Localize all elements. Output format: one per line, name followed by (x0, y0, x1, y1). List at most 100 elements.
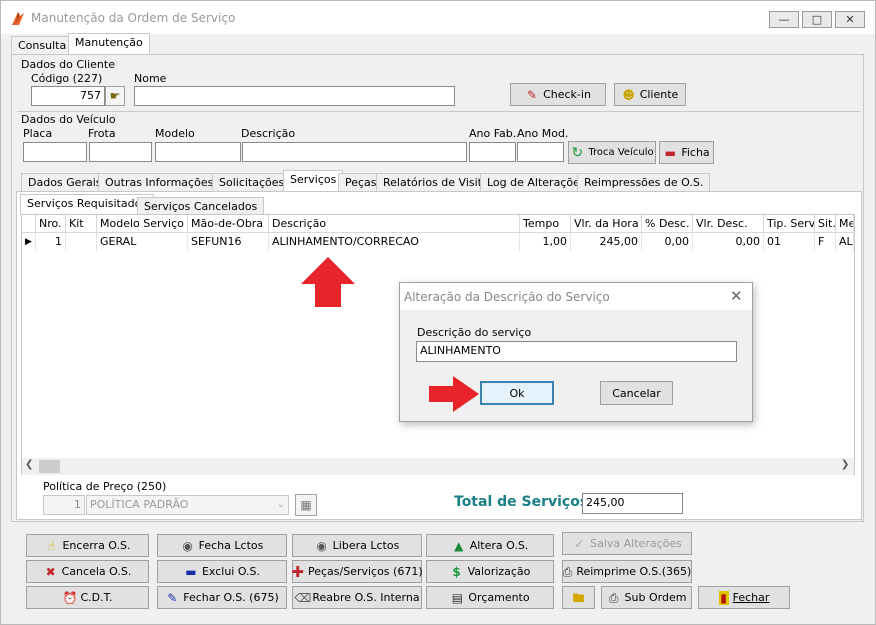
col-me[interactable]: Me (836, 215, 854, 233)
tab-servicos-requisitados[interactable]: Serviços Requisitados (20, 194, 155, 215)
tab-servicos[interactable]: Serviços (283, 170, 344, 191)
sub-ordem-button[interactable]: ⎙ Sub Ordem (601, 586, 692, 609)
minimize-button[interactable]: — (769, 11, 799, 28)
ok-button[interactable]: Ok (480, 381, 554, 405)
col-pct-desc[interactable]: % Desc. (642, 215, 693, 233)
nome-input[interactable] (134, 86, 455, 106)
dialog-title: Alteração da Descrição do Serviço (404, 290, 610, 304)
tab-consulta[interactable]: Consulta (11, 36, 74, 54)
tab-outras-informacoes[interactable]: Outras Informações (98, 173, 221, 191)
ano-mod-input[interactable] (517, 142, 564, 162)
tab-manutencao[interactable]: Manutenção (68, 33, 150, 54)
printer-icon: ⎙ (608, 590, 619, 605)
cancela-os-label: Cancela O.S. (61, 565, 132, 578)
grid-header-indicator (22, 215, 36, 233)
tab-servicos-cancelados[interactable]: Serviços Cancelados (137, 197, 265, 215)
col-descricao[interactable]: Descrição (269, 215, 520, 233)
tab-relatorios-visita[interactable]: Relatórios de Visita (376, 173, 496, 191)
nome-label: Nome (134, 72, 167, 85)
alarm-clock-icon: ⏰ (62, 590, 78, 605)
descricao-servico-input[interactable]: ALINHAMENTO (416, 341, 737, 362)
pecas-servicos-button[interactable]: ✚ Peças/Serviços (671) (291, 560, 423, 583)
cancela-os-button[interactable]: ✖ Cancela O.S. (26, 560, 149, 583)
orcamento-button[interactable]: ▤ Orçamento (426, 586, 554, 609)
politica-value: POLÍTICA PADRÃO (90, 498, 189, 511)
reabre-os-button[interactable]: ⌫ Reabre O.S. Interna (292, 586, 422, 609)
horizontal-scrollbar[interactable]: ❮ ❯ (22, 458, 854, 475)
col-tempo[interactable]: Tempo (520, 215, 571, 233)
tab-dados-gerais[interactable]: Dados Gerais (21, 173, 109, 191)
modelo-input[interactable] (155, 142, 241, 162)
col-vlr-hora[interactable]: Vlr. da Hora (571, 215, 642, 233)
col-vlr-desc[interactable]: Vlr. Desc. (693, 215, 764, 233)
calculator-button[interactable]: ▦ (295, 494, 317, 516)
hand-pointer-icon: ☛ (109, 89, 121, 103)
cell-vlr-hora: 245,00 (571, 233, 642, 251)
fechar-os-button[interactable]: ✎ Fechar O.S. (675) (157, 586, 287, 609)
encerra-os-label: Encerra O.S. (62, 539, 131, 552)
cell-mao-de-obra: SEFUN16 (188, 233, 269, 251)
descricao-label: Descrição (241, 127, 296, 140)
scrollbar-thumb[interactable] (39, 460, 60, 473)
fecha-lctos-button[interactable]: ◉ Fecha Lctos (157, 534, 287, 557)
refresh-icon: ↻ (571, 144, 584, 161)
col-tip-serv[interactable]: Tip. Serv. (764, 215, 815, 233)
exclui-os-button[interactable]: ▬ Exclui O.S. (157, 560, 287, 583)
encerra-os-button[interactable]: ☝ Encerra O.S. (26, 534, 149, 557)
tab-reimpressoes[interactable]: Reimpressões de O.S. (577, 173, 711, 191)
veiculo-section-title: Dados do Veículo (21, 113, 116, 126)
restore-button[interactable]: □ (802, 11, 832, 28)
col-mao-de-obra[interactable]: Mão-de-Obra (188, 215, 269, 233)
calculator-icon: ▦ (300, 498, 312, 512)
scroll-left-icon[interactable]: ❮ (25, 459, 33, 470)
ficha-label: Ficha (681, 146, 710, 159)
open-folder-button[interactable]: 🖿 (562, 586, 595, 609)
reimprime-os-label: Reimprime O.S.(365) (576, 565, 692, 578)
reimprime-os-button[interactable]: ⎙ Reimprime O.S.(365) (562, 560, 692, 583)
x-icon: ✖ (45, 564, 56, 579)
dialog-close-icon[interactable]: ✕ (730, 287, 743, 305)
cell-nro: 1 (36, 233, 66, 251)
cell-me: ALI (836, 233, 854, 251)
tab-log-alteracoes[interactable]: Log de Alterações (480, 173, 593, 191)
fechar-button[interactable]: ▮ Fechar (698, 586, 790, 609)
scroll-right-icon[interactable]: ❯ (841, 459, 849, 470)
ano-fab-input[interactable] (469, 142, 516, 162)
orcamento-label: Orçamento (468, 591, 530, 604)
minimize-icon: — (778, 13, 790, 26)
politica-code-input: 1 (43, 495, 85, 515)
exit-door-icon: ▮ (718, 590, 729, 605)
cdt-label: C.D.T. (80, 591, 113, 604)
placa-input[interactable] (23, 142, 87, 162)
descricao-servico-label: Descrição do serviço (417, 326, 532, 339)
troca-veiculo-label: Troca Veículo (588, 147, 654, 158)
total-servicos-label: Total de Serviços (454, 494, 589, 510)
ficha-button[interactable]: ▬ Ficha (659, 141, 714, 164)
cancelar-button[interactable]: Cancelar (600, 381, 673, 405)
restore-icon: □ (811, 13, 823, 26)
troca-veiculo-button[interactable]: ↻ Troca Veículo (568, 141, 656, 164)
col-sit[interactable]: Sit. (815, 215, 836, 233)
close-button[interactable]: ✕ (835, 11, 865, 28)
salva-alteracoes-button[interactable]: ✓ Salva Alterações (562, 532, 692, 555)
check-in-button[interactable]: ✎ Check-in (510, 83, 606, 106)
cell-descricao: ALINHAMENTO/CORRECAO (269, 233, 520, 251)
descricao-veiculo-input[interactable] (242, 142, 467, 162)
col-modelo-servico[interactable]: Modelo Serviço (97, 215, 188, 233)
valorizacao-button[interactable]: $ Valorização (426, 560, 554, 583)
codigo-lookup-button[interactable]: ☛ (105, 86, 125, 106)
col-nro[interactable]: Nro. (36, 215, 66, 233)
col-kit[interactable]: Kit (66, 215, 97, 233)
cell-pct-desc: 0,00 (642, 233, 693, 251)
title-bar: Manutenção da Ordem de Serviço — □ ✕ (1, 1, 875, 34)
valorizacao-label: Valorização (467, 565, 531, 578)
cdt-button[interactable]: ⏰ C.D.T. (26, 586, 149, 609)
codigo-input[interactable]: 757 (31, 86, 105, 106)
cliente-button[interactable]: ☻ Cliente (614, 83, 686, 106)
libera-lctos-button[interactable]: ◉ Libera Lctos (292, 534, 422, 557)
tab-solicitacoes[interactable]: Solicitações (212, 173, 292, 191)
altera-os-button[interactable]: ▲ Altera O.S. (426, 534, 554, 557)
window-title: Manutenção da Ordem de Serviço (31, 11, 236, 25)
frota-input[interactable] (89, 142, 152, 162)
cell-modelo: GERAL (97, 233, 188, 251)
